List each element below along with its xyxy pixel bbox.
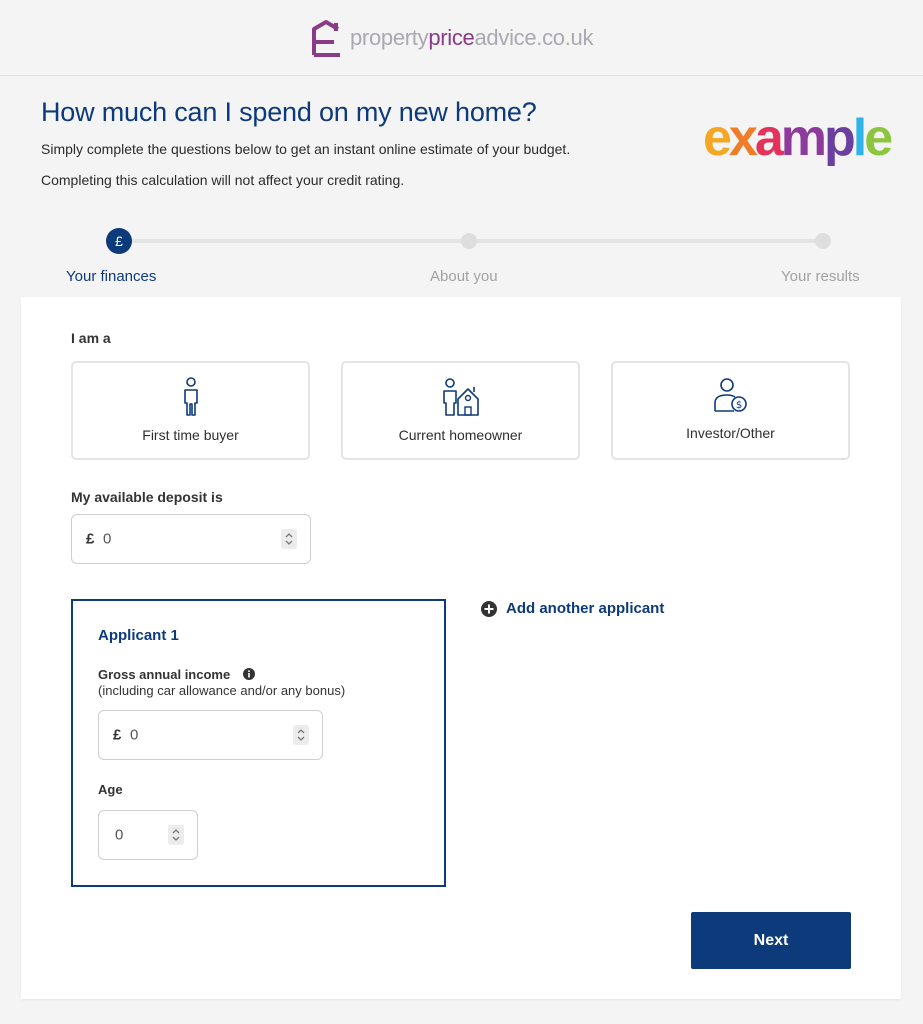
investor-icon: $ [713,378,747,412]
plus-circle-icon [481,600,497,617]
brand-letter: l [852,109,868,167]
age-input[interactable]: 0 [98,810,198,860]
gross-income-input[interactable]: £ 0 [98,710,323,760]
house-logo-icon [312,20,340,57]
family-house-icon [442,378,479,416]
next-button[interactable]: Next [691,912,851,969]
age-spinner[interactable] [168,825,184,845]
credit-rating-note: Completing this calculation will not aff… [41,172,405,188]
i-am-a-label: I am a [71,330,111,346]
info-icon[interactable] [243,668,255,680]
brand-letter: m [780,109,827,167]
logo-part-price: price [428,25,475,50]
add-applicant-label: Add another applicant [506,600,665,617]
spinner-arrows-icon [285,533,293,545]
gross-income-hint: (including car allowance and/or any bonu… [98,683,346,698]
income-currency-symbol: £ [113,726,122,744]
first-time-buyer-label: First time buyer [142,427,239,443]
step-label-your-results: Your results [781,268,860,285]
brand-letter: e [864,109,893,167]
site-logo[interactable]: propertypriceadvice.co.uk [310,19,594,57]
spinner-arrows-icon [172,829,180,841]
step-dot-about-you [461,233,477,249]
current-homeowner-label: Current homeowner [398,427,523,443]
spinner-arrows-icon [297,729,305,741]
page-subtitle: Simply complete the questions below to g… [41,141,571,157]
first-time-buyer-button[interactable]: First time buyer [71,361,310,460]
person-icon [183,377,198,416]
top-bar: propertypriceadvice.co.uk [0,0,923,76]
logo-part-property: property [350,25,429,50]
brand-letter: e [703,109,732,167]
deposit-value: 0 [103,530,112,548]
current-homeowner-button[interactable]: Current homeowner [341,361,580,460]
deposit-label: My available deposit is [71,489,223,505]
deposit-spinner[interactable] [281,529,297,549]
brand-letter: a [754,109,784,167]
deposit-input[interactable]: £ 0 [71,514,311,564]
income-spinner[interactable] [293,725,309,745]
applicant-1-title: Applicant 1 [98,627,179,644]
investor-other-label: Investor/Other [686,425,775,441]
age-value: 0 [115,826,124,844]
logo-part-domain: .co.uk [536,25,594,50]
investor-other-button[interactable]: $ Investor/Other [611,361,850,460]
step-dot-your-results [815,233,831,249]
logo-text: propertypriceadvice.co.uk [350,25,594,51]
example-brand-logo: example [703,108,893,168]
step-label-about-you: About you [430,268,498,285]
income-value: 0 [130,726,139,744]
brand-letter: x [728,109,758,167]
add-applicant-link[interactable]: Add another applicant [481,600,664,617]
page-title: How much can I spend on my new home? [41,97,537,127]
step-dot-your-finances: £ [106,228,132,254]
brand-letter: p [824,109,856,167]
logo-part-advice: advice [474,25,537,50]
step-label-your-finances: Your finances [66,268,157,285]
deposit-currency-symbol: £ [86,530,95,548]
gross-income-label: Gross annual income [98,667,231,682]
age-label: Age [98,782,123,797]
svg-text:$: $ [735,400,741,411]
